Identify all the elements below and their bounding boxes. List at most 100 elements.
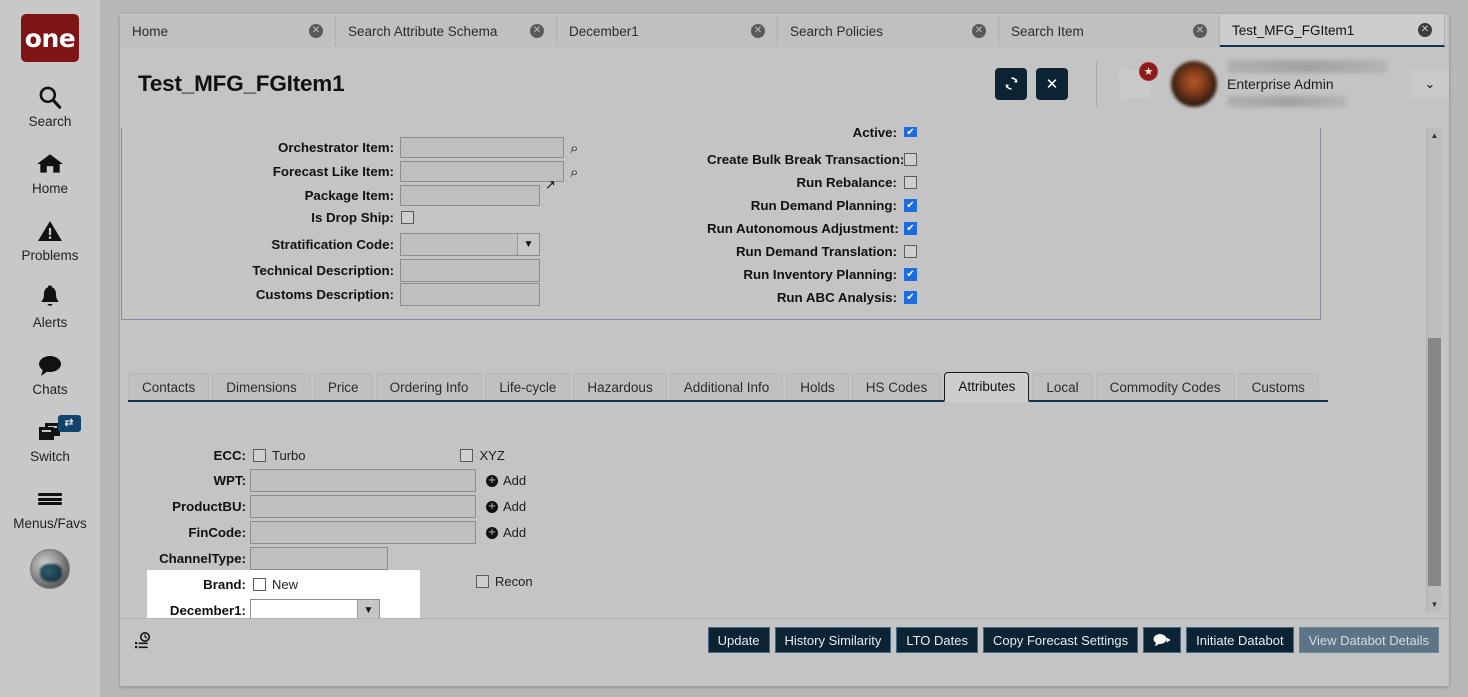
scroll-up-arrow-icon[interactable]: ▲ [1427,128,1442,143]
nav-item-home[interactable]: Home [0,149,101,196]
close-icon[interactable]: ✕ [751,24,765,38]
nav-item-switch[interactable]: ⇄ Switch [0,417,101,464]
fincode-input[interactable] [250,521,476,544]
tab-commodity-codes[interactable]: Commodity Codes [1096,373,1235,400]
tab-life-cycle[interactable]: Life-cycle [485,373,570,400]
create-bulk-break-transaction-checkbox[interactable] [904,153,917,166]
tab-ordering-info[interactable]: Ordering Info [376,373,483,400]
plus-circle-icon: + [486,501,498,513]
tab-dimensions[interactable]: Dimensions [212,373,311,400]
close-icon[interactable]: ✕ [1193,24,1207,38]
tab-holds[interactable]: Holds [786,373,849,400]
ecc-turbo-checkbox[interactable] [253,449,266,462]
copy-forecast-settings-button[interactable]: Copy Forecast Settings [983,627,1138,653]
avatar [1171,61,1217,107]
run-abc-analysis-checkbox[interactable]: ✔ [904,291,917,304]
tab-label: Search Item [1011,24,1179,39]
wpt-add-button[interactable]: + Add [486,473,526,488]
view-databot-details-button[interactable]: View Databot Details [1299,627,1439,653]
channeltype-input[interactable] [250,547,388,570]
technical-description-input[interactable] [400,259,540,282]
tab-additional-info[interactable]: Additional Info [670,373,784,400]
run-inventory-planning-checkbox[interactable]: ✔ [904,268,917,281]
update-button[interactable]: Update [708,627,770,653]
magnifier-icon[interactable]: ⌕ [570,163,578,181]
xyz-checkbox[interactable] [460,449,473,462]
productbu-input[interactable] [250,495,476,518]
page-title: Test_MFG_FGItem1 [138,71,344,97]
tab-contacts[interactable]: Contacts [128,373,209,400]
button-label: View Databot Details [1309,633,1429,648]
add-label: Add [503,525,526,540]
orchestrator-item-input[interactable] [400,137,564,158]
field-label: Technical Description: [122,263,394,278]
package-item-input[interactable] [400,185,540,206]
magnifier-icon[interactable]: ⌕ [570,139,578,157]
refresh-button[interactable] [995,68,1027,100]
field-label: Forecast Like Item: [122,164,394,179]
tab-search-policies[interactable]: Search Policies ✕ [778,14,999,47]
forecast-like-item-input[interactable] [400,161,564,182]
external-link-icon[interactable]: ↗ [545,177,556,193]
favorites-star-badge[interactable]: ★ [1139,62,1158,81]
list-clock-icon[interactable] [134,631,152,653]
menus-favorites-button[interactable]: ★ [1119,70,1151,98]
tab-local[interactable]: Local [1032,373,1092,400]
history-similarity-button[interactable]: History Similarity [775,627,892,653]
user-role-label: Enterprise Admin [1227,76,1387,94]
close-icon[interactable]: ✕ [309,24,323,38]
check-row-run-rebalance: Run Rebalance: [707,175,917,190]
nav-item-alerts[interactable]: Alerts [0,283,101,330]
nav-item-problems[interactable]: Problems [0,216,101,263]
nav-label-alerts: Alerts [33,315,68,330]
wpt-input[interactable] [250,469,476,492]
run-autonomous-adjustment-checkbox[interactable]: ✔ [904,222,917,235]
tab-search-attribute-schema[interactable]: Search Attribute Schema ✕ [336,14,557,47]
tab-customs[interactable]: Customs [1238,373,1319,400]
run-demand-planning-checkbox[interactable]: ✔ [904,199,917,212]
warning-triangle-icon [37,216,63,246]
tab-attributes[interactable]: Attributes [944,372,1029,402]
chevron-down-icon: ▼ [517,234,539,255]
user-profile[interactable]: Enterprise Admin ⌄ [1171,60,1449,108]
main-area: Home ✕ Search Attribute Schema ✕ Decembe… [101,0,1468,697]
productbu-add-button[interactable]: + Add [486,499,526,514]
tab-hazardous[interactable]: Hazardous [573,373,666,400]
close-icon[interactable]: ✕ [972,24,986,38]
refresh-icon [1004,76,1019,91]
stratification-code-select[interactable]: ▼ [400,233,540,256]
user-org-redacted [1227,96,1347,107]
nav-label-problems: Problems [21,248,78,263]
close-button[interactable]: ✕ [1036,68,1068,100]
recon-checkbox[interactable] [476,575,489,588]
nav-item-chats[interactable]: Chats [0,350,101,397]
nav-item-menus-favs[interactable]: Menus/Favs [0,484,101,531]
scrollbar-thumb[interactable] [1428,338,1441,586]
brand-new-checkbox[interactable] [253,578,266,591]
nav-item-search[interactable]: Search [0,82,101,129]
nav-user-avatar[interactable] [30,549,70,589]
run-demand-translation-checkbox[interactable] [904,245,917,258]
initiate-databot-button[interactable]: Initiate Databot [1186,627,1293,653]
customs-description-input[interactable] [400,283,540,306]
tab-price[interactable]: Price [314,373,373,400]
lto-dates-button[interactable]: LTO Dates [896,627,978,653]
close-icon[interactable]: ✕ [530,24,544,38]
tab-test-mfg-fgitem1[interactable]: Test_MFG_FGItem1 ✕ [1220,14,1445,47]
vertical-scrollbar[interactable]: ▲ ▼ [1426,128,1441,612]
run-rebalance-checkbox[interactable] [904,176,917,189]
switch-badge-icon[interactable]: ⇄ [58,415,81,432]
user-menu-button[interactable]: ⌄ [1411,69,1449,99]
tab-hs-codes[interactable]: HS Codes [852,373,942,400]
fincode-add-button[interactable]: + Add [486,525,526,540]
tab-december1[interactable]: December1 ✕ [557,14,778,47]
close-icon[interactable]: ✕ [1418,23,1432,37]
active-checkbox[interactable]: ✔ [904,127,917,137]
scroll-down-arrow-icon[interactable]: ▼ [1427,597,1442,612]
tab-search-item[interactable]: Search Item ✕ [999,14,1220,47]
is-drop-ship-checkbox[interactable] [401,211,414,224]
chat-play-button[interactable] [1143,627,1181,653]
december1-select[interactable]: ▼ [250,599,380,618]
tab-label: Holds [800,380,835,395]
tab-home[interactable]: Home ✕ [120,14,336,47]
